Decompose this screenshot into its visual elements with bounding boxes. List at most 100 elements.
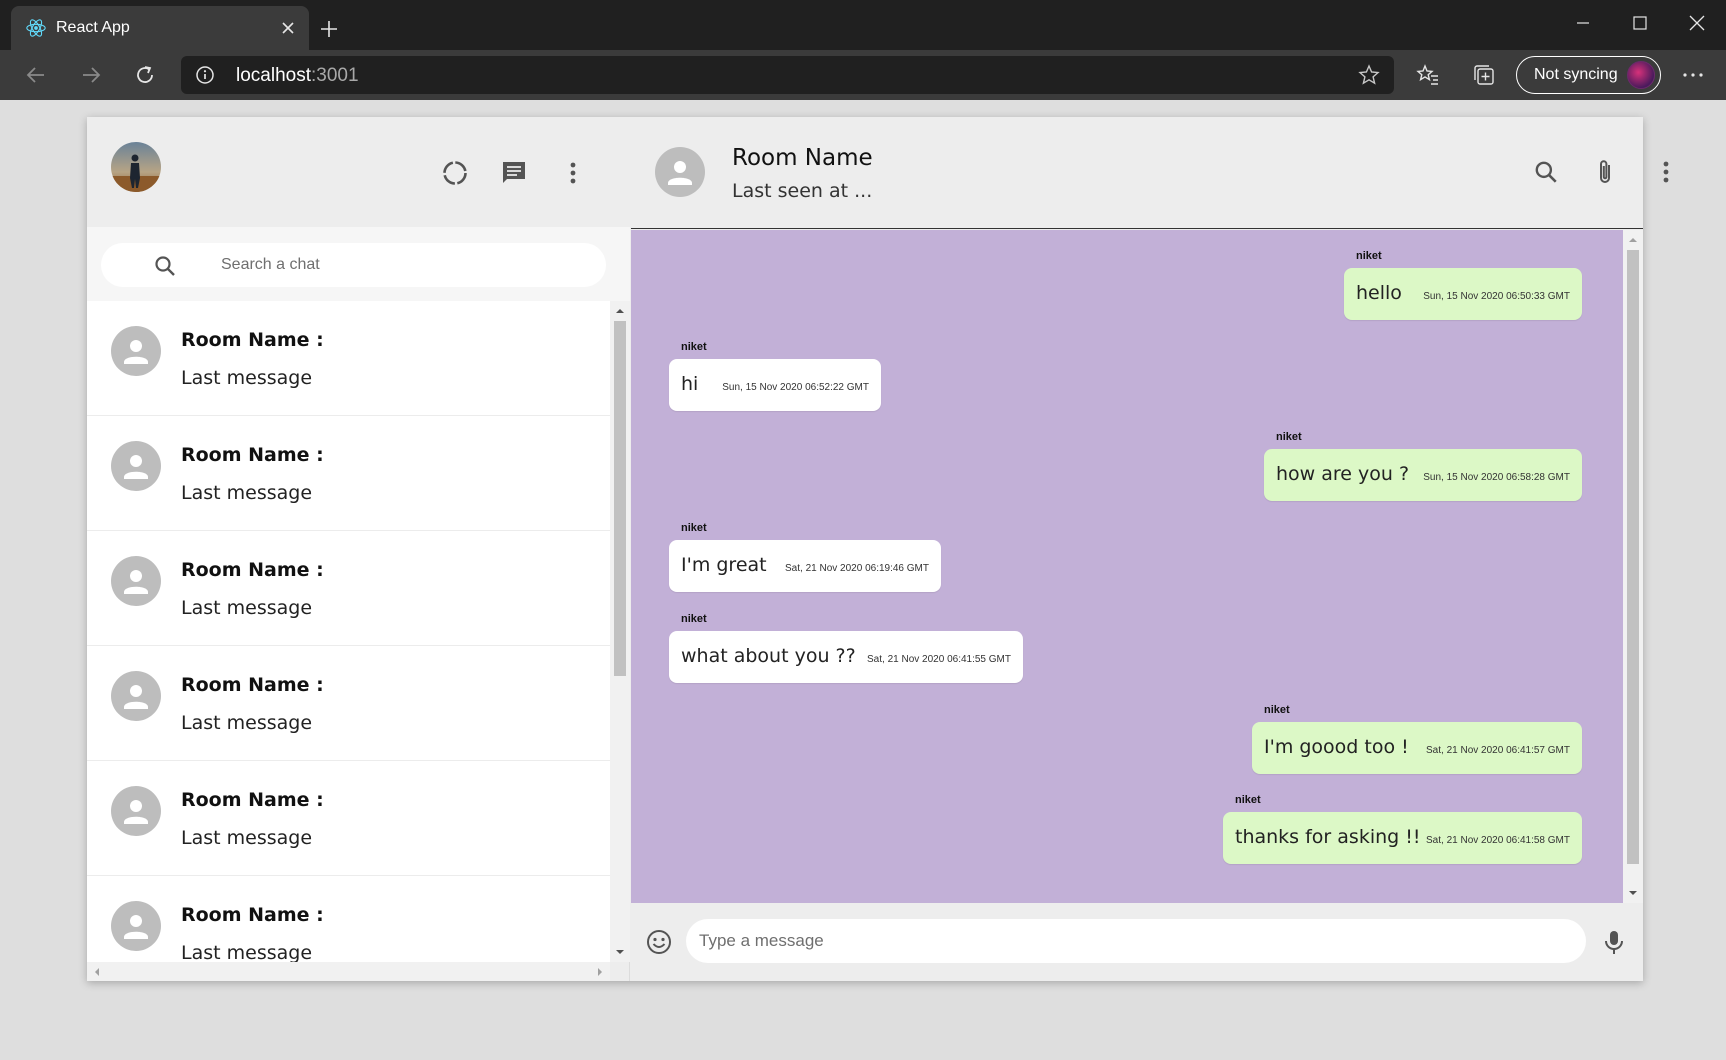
refresh-button[interactable] — [131, 61, 159, 89]
sidebar-menu-button[interactable] — [557, 157, 589, 189]
message-bubble[interactable]: niket hi Sun, 15 Nov 2020 06:52:22 GMT — [669, 341, 881, 411]
chat-icon — [503, 162, 525, 183]
plus-icon[interactable] — [318, 18, 340, 40]
chat-last-message: Last message — [181, 597, 313, 619]
refresh-icon — [137, 66, 153, 83]
person-icon — [124, 800, 148, 824]
minimize-button[interactable] — [1560, 8, 1606, 38]
info-icon[interactable] — [195, 65, 215, 85]
search-messages-button[interactable] — [1531, 157, 1561, 187]
address-bar[interactable]: localhost:3001 — [181, 56, 1394, 94]
tab-title: React App — [56, 19, 130, 36]
more-vertical-icon — [570, 162, 576, 184]
avatar — [111, 556, 161, 606]
chat-list-scrollbar[interactable] — [610, 301, 630, 962]
message-timestamp: Sat, 21 Nov 2020 06:41:57 GMT — [1426, 745, 1570, 756]
chat-list: Room Name : Last message Room Name : Las… — [87, 301, 610, 962]
message-bubble[interactable]: niket how are you ? Sun, 15 Nov 2020 06:… — [1264, 431, 1582, 501]
close-icon — [1689, 15, 1705, 31]
attach-button[interactable] — [1591, 157, 1621, 187]
chat-list-item[interactable]: Room Name : Last message — [87, 876, 610, 962]
url-port: :3001 — [311, 65, 359, 86]
message-text: thanks for asking !! — [1235, 826, 1421, 848]
chat-list-horizontal-scrollbar[interactable] — [87, 962, 610, 981]
scroll-up-arrow-icon[interactable] — [614, 305, 626, 317]
person-icon — [668, 161, 692, 185]
scrollbar-thumb[interactable] — [614, 321, 626, 676]
message-bubble[interactable]: niket hello Sun, 15 Nov 2020 06:50:33 GM… — [1344, 250, 1582, 320]
chat-title: Room Name : — [181, 789, 324, 811]
more-horizontal-icon[interactable] — [1680, 62, 1706, 88]
chat-title: Room Name : — [181, 444, 324, 466]
new-chat-button[interactable] — [498, 157, 530, 189]
emoji-icon[interactable] — [645, 928, 673, 956]
window-close-button[interactable] — [1674, 8, 1720, 38]
message-composer — [631, 903, 1643, 981]
browser-tab[interactable]: React App — [11, 6, 309, 50]
chat-last-message: Last message — [181, 712, 313, 734]
message-timestamp: Sun, 15 Nov 2020 06:50:33 GMT — [1423, 291, 1570, 302]
forward-button[interactable] — [77, 61, 105, 89]
sync-button[interactable]: Not syncing — [1516, 56, 1661, 94]
last-seen: Last seen at ... — [732, 180, 873, 202]
search-input[interactable] — [221, 251, 591, 279]
message-sender: niket — [681, 522, 707, 534]
search-icon — [155, 256, 175, 276]
message-sender: niket — [681, 613, 707, 625]
chat-list-item[interactable]: Room Name : Last message — [87, 301, 610, 416]
scroll-up-arrow-icon[interactable] — [1627, 234, 1639, 246]
scroll-down-arrow-icon[interactable] — [1627, 887, 1639, 899]
avatar — [111, 671, 161, 721]
message-scrollbar[interactable] — [1623, 230, 1643, 903]
favorites-icon[interactable] — [1416, 63, 1440, 87]
chat-title: Room Name : — [181, 559, 324, 581]
avatar — [111, 326, 161, 376]
chat-menu-button[interactable] — [1651, 157, 1681, 187]
chat-title: Room Name : — [181, 674, 324, 696]
scroll-down-arrow-icon[interactable] — [614, 946, 626, 958]
microphone-icon[interactable] — [1601, 928, 1627, 956]
message-text: hi — [681, 373, 699, 395]
chat-list-item[interactable]: Room Name : Last message — [87, 416, 610, 531]
message-bubble[interactable]: niket what about you ?? Sat, 21 Nov 2020… — [669, 613, 1023, 683]
collections-icon[interactable] — [1472, 63, 1496, 87]
message-bubble[interactable]: niket thanks for asking !! Sat, 21 Nov 2… — [1223, 794, 1582, 864]
message-input[interactable] — [686, 919, 1586, 963]
message-sender: niket — [1235, 794, 1261, 806]
chat-list-item[interactable]: Room Name : Last message — [87, 531, 610, 646]
scrollbar-thumb[interactable] — [1627, 250, 1639, 864]
message-text: how are you ? — [1276, 463, 1410, 485]
message-sender: niket — [681, 341, 707, 353]
chat-title: Room Name : — [181, 329, 324, 351]
message-timestamp: Sat, 21 Nov 2020 06:19:46 GMT — [785, 563, 929, 574]
message-sender: niket — [1356, 250, 1382, 262]
close-icon[interactable] — [279, 19, 297, 37]
chat-app: Room Name : Last message Room Name : Las… — [87, 117, 1669, 981]
message-sender: niket — [1276, 431, 1302, 443]
user-photo-icon — [111, 154, 161, 192]
back-button[interactable] — [22, 61, 50, 89]
scroll-left-arrow-icon[interactable] — [91, 966, 103, 978]
status-button[interactable] — [439, 157, 471, 189]
scroll-right-arrow-icon[interactable] — [594, 966, 606, 978]
profile-avatar — [1627, 61, 1655, 89]
maximize-button[interactable] — [1617, 8, 1663, 38]
arrow-right-icon — [83, 67, 101, 83]
message-area: niket hello Sun, 15 Nov 2020 06:50:33 GM… — [631, 230, 1623, 903]
chat-panel: Room Name Last seen at ... niket hello S… — [631, 117, 1669, 981]
message-bubble[interactable]: niket I'm goood too ! Sat, 21 Nov 2020 0… — [1252, 704, 1582, 774]
url-text[interactable]: localhost:3001 — [236, 65, 359, 87]
status-icon — [443, 161, 467, 185]
browser-toolbar: localhost:3001 Not syncing — [0, 50, 1726, 100]
search-bar — [101, 243, 606, 287]
avatar[interactable] — [655, 147, 705, 197]
person-icon — [124, 455, 148, 479]
avatar[interactable] — [111, 142, 161, 192]
message-timestamp: Sat, 21 Nov 2020 06:41:55 GMT — [867, 654, 1011, 665]
react-logo-icon — [26, 19, 46, 37]
sidebar: Room Name : Last message Room Name : Las… — [87, 117, 630, 981]
star-icon[interactable] — [1358, 64, 1380, 86]
chat-list-item[interactable]: Room Name : Last message — [87, 646, 610, 761]
message-bubble[interactable]: niket I'm great Sat, 21 Nov 2020 06:19:4… — [669, 522, 941, 592]
chat-list-item[interactable]: Room Name : Last message — [87, 761, 610, 876]
